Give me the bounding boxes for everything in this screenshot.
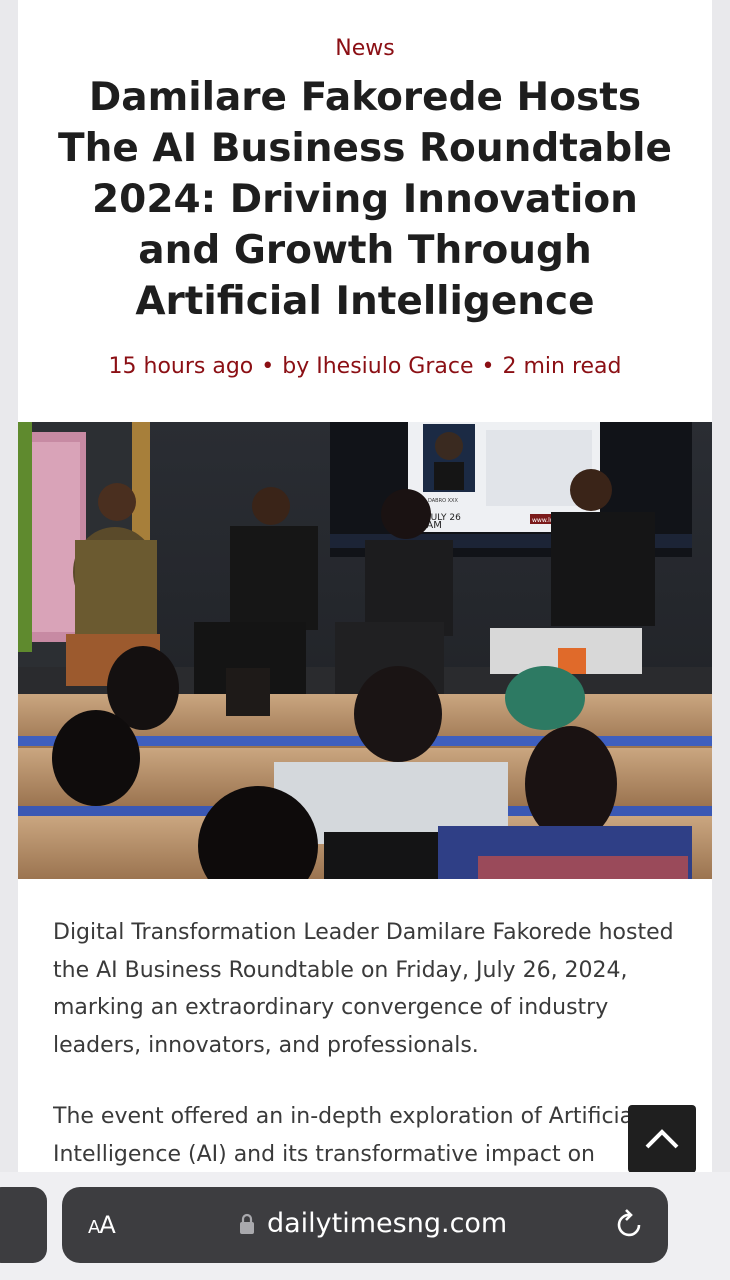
article-page: News Damilare Fakorede Hosts The AI Busi… [18,0,712,1280]
lock-icon [240,1213,254,1234]
article-meta: 15 hours ago • by Ihesiulo Grace • 2 min rea… [18,354,712,379]
meta-separator: • [481,354,495,379]
paragraph-2: The event offered an in-depth exploratio… [53,1104,640,1167]
article-category[interactable]: News [18,36,712,61]
text-size-large-label: A [99,1211,115,1239]
scroll-to-top-button[interactable] [628,1105,696,1173]
author-link[interactable]: by Ihesiulo Grace [282,354,473,379]
address-bar[interactable]: AA dailytimesng.com [62,1187,668,1263]
url-domain[interactable]: dailytimesng.com [267,1208,507,1239]
paragraph-1: Digital Transformation Leader Damilare F… [53,920,674,1058]
article-title: Damilare Fakorede Hosts The AI Business … [58,75,672,324]
text-size-small-label: A [88,1217,100,1238]
meta-separator: • [261,354,275,379]
reload-icon[interactable] [615,1208,645,1240]
article-photo: DABRO XXX JULY 26 0AM www.lu.ma/ [18,422,712,879]
previous-tab-preview[interactable] [0,1187,47,1263]
text-size-button[interactable]: AA [88,1211,116,1239]
screen-name: DABRO XXX [428,498,458,504]
chevron-up-icon [645,1129,679,1149]
read-time: 2 min read [502,354,622,379]
publish-time: 15 hours ago [108,354,254,379]
